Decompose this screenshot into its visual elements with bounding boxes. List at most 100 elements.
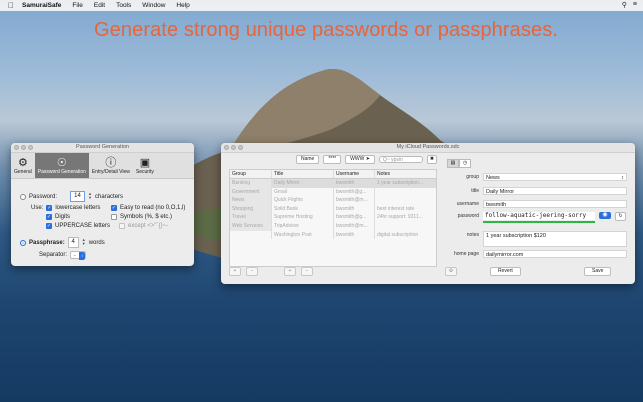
group-label: group — [466, 174, 479, 180]
column-username[interactable]: Username — [334, 170, 375, 178]
username-field[interactable]: bwsmith — [483, 200, 627, 208]
passphrase-words-field[interactable]: 4 — [67, 237, 79, 248]
separator-popup[interactable]: - ↕ — [70, 251, 87, 260]
detail-list-icon[interactable]: ▤ — [447, 159, 459, 168]
spotlight-search-icon[interactable]: ⚲ — [622, 1, 627, 9]
table-row[interactable]: Washington Post bwsmith digital subscrip… — [230, 230, 436, 240]
words-label: words — [88, 239, 105, 246]
apple-menu-icon[interactable]:  — [8, 1, 14, 10]
save-button[interactable]: Save — [584, 267, 612, 276]
remove-group-button[interactable]: − — [246, 267, 258, 276]
table-row[interactable]: Web Services TripAdvisor bwsmith@m... — [230, 221, 436, 231]
passwords-window: My iCloud Passwords.sdc Name **** WWW ➤ … — [221, 143, 635, 284]
table-row[interactable]: Government Gmail bwsmith@g... — [230, 187, 436, 197]
column-notes[interactable]: Notes — [375, 170, 436, 178]
password-radio[interactable] — [20, 193, 26, 200]
chevron-updown-icon: ↕ — [621, 175, 624, 181]
password-length-field[interactable]: 14 — [70, 191, 86, 202]
table-row[interactable]: News Quick Flights bwsmith@m... — [230, 196, 436, 205]
digits-checkbox[interactable]: ✓ — [46, 214, 52, 220]
password-field[interactable]: follow-aquatic-jeering-sorry — [483, 212, 595, 220]
password-generation-window: Password Generation ⚙ General ☉ Password… — [11, 143, 194, 266]
notes-cell — [375, 196, 436, 205]
detail-view-toggle: ▤ ◷ — [447, 159, 471, 168]
menu-file[interactable]: File — [72, 2, 82, 9]
notes-cell — [375, 188, 436, 197]
table-row[interactable]: Shopping Solid Bank bwsmith best interes… — [230, 204, 436, 214]
pg-content: Password: 14 ▲ ▼ characters Use: ✓ lowerc… — [11, 179, 194, 266]
main-minimize-button[interactable] — [231, 145, 236, 150]
entries-table: Group Title Username Notes Banking Daily… — [229, 169, 437, 267]
security-icon: ▣ — [139, 156, 151, 169]
add-entry-button[interactable]: + — [284, 267, 296, 276]
table-row[interactable]: Travel Supreme Hosting bwsmith@g... 24hr… — [230, 213, 436, 222]
tab-password-generation[interactable]: ☉ Password Generation — [34, 153, 89, 178]
username-cell: bwsmith — [334, 179, 375, 188]
add-group-button[interactable]: + — [229, 267, 241, 276]
www-button[interactable]: WWW ➤ — [345, 155, 375, 164]
gear-icon: ⚙ — [17, 156, 28, 169]
homepage-field[interactable]: dailymirror.com — [483, 250, 627, 258]
title-cell: Supreme Hosting — [272, 213, 334, 222]
reveal-password-eye-icon[interactable]: ◉ — [599, 212, 611, 219]
menu-bar:  SamuraiSafe File Edit Tools Window Hel… — [0, 0, 643, 11]
menu-help[interactable]: Help — [176, 2, 189, 9]
zoom-button[interactable] — [28, 145, 33, 150]
control-center-icon[interactable]: ≡ — [633, 1, 637, 9]
revert-button[interactable]: Revert — [490, 267, 521, 276]
password-length-stepper[interactable]: ▲ ▼ — [88, 192, 92, 201]
main-titlebar: My iCloud Passwords.sdc — [221, 143, 635, 153]
group-cell: Travel — [230, 213, 272, 222]
main-close-button[interactable] — [224, 145, 229, 150]
menu-edit[interactable]: Edit — [94, 2, 105, 9]
close-button[interactable] — [14, 145, 19, 150]
easy-to-read-label: Easy to read (no 0,O,1,l) — [120, 205, 186, 211]
menu-tools[interactable]: Tools — [116, 2, 131, 9]
column-title[interactable]: Title — [272, 170, 334, 178]
passphrase-words-stepper[interactable]: ▲ ▼ — [82, 238, 86, 247]
homepage-label: home page — [453, 251, 479, 257]
history-clock-icon[interactable]: ◷ — [459, 159, 471, 168]
password-button[interactable]: **** — [323, 155, 342, 164]
easy-to-read-checkbox[interactable]: ✓ — [111, 205, 117, 211]
tab-entry-detail-view[interactable]: ⓘ Entry/Detail View — [89, 153, 133, 178]
table-row[interactable]: Banking Daily Mirror bwsmith 1 year subs… — [230, 179, 436, 188]
symbols-label: Symbols (%, $ etc.) — [120, 214, 173, 220]
group-select[interactable]: News ↕ — [483, 173, 627, 181]
tab-general[interactable]: ⚙ General — [11, 153, 35, 178]
clear-search-icon[interactable]: ✖ — [426, 155, 438, 164]
remove-entry-button[interactable]: − — [301, 267, 313, 276]
group-select-value: News — [486, 175, 500, 181]
column-group[interactable]: Group — [230, 170, 272, 178]
group-cell: Web Services — [230, 221, 272, 231]
tab-general-label: General — [14, 168, 32, 175]
search-input[interactable]: Q~ ypsin — [378, 156, 423, 163]
title-cell: Gmail — [272, 187, 334, 197]
minimize-button[interactable] — [21, 145, 26, 150]
generate-password-icon[interactable]: ↻ — [615, 212, 626, 221]
notes-field[interactable]: 1 year subscription $120 — [483, 231, 627, 247]
lowercase-checkbox[interactable]: ✓ — [46, 205, 53, 211]
main-zoom-button[interactable] — [238, 145, 243, 150]
username-cell: bwsmith — [334, 230, 375, 240]
except-checkbox[interactable] — [119, 223, 125, 229]
title-label: title — [471, 188, 479, 194]
password-strength-bar — [483, 221, 595, 223]
digits-label: Digits — [55, 214, 71, 220]
menu-app-name[interactable]: SamuraiSafe — [22, 2, 61, 9]
notes-cell: digital subscription — [377, 231, 419, 238]
uppercase-label: UPPERCASE letters — [55, 223, 111, 229]
menu-window[interactable]: Window — [142, 2, 165, 9]
passphrase-radio-label: Passphrase: — [29, 239, 65, 246]
passphrase-radio[interactable] — [20, 239, 26, 246]
name-button[interactable]: Name — [296, 155, 320, 164]
separator-value: - — [74, 253, 76, 259]
title-field[interactable]: Daily Mirror — [483, 187, 627, 195]
password-label: password — [457, 213, 479, 219]
notes-cell: best interest rate — [377, 205, 415, 212]
lowercase-label: lowercase letters — [55, 205, 101, 211]
uppercase-checkbox[interactable]: ✓ — [46, 223, 52, 229]
username-cell: bwsmith@g... — [334, 213, 375, 222]
symbols-checkbox[interactable] — [111, 214, 117, 220]
tab-security[interactable]: ▣ Security — [133, 153, 157, 178]
